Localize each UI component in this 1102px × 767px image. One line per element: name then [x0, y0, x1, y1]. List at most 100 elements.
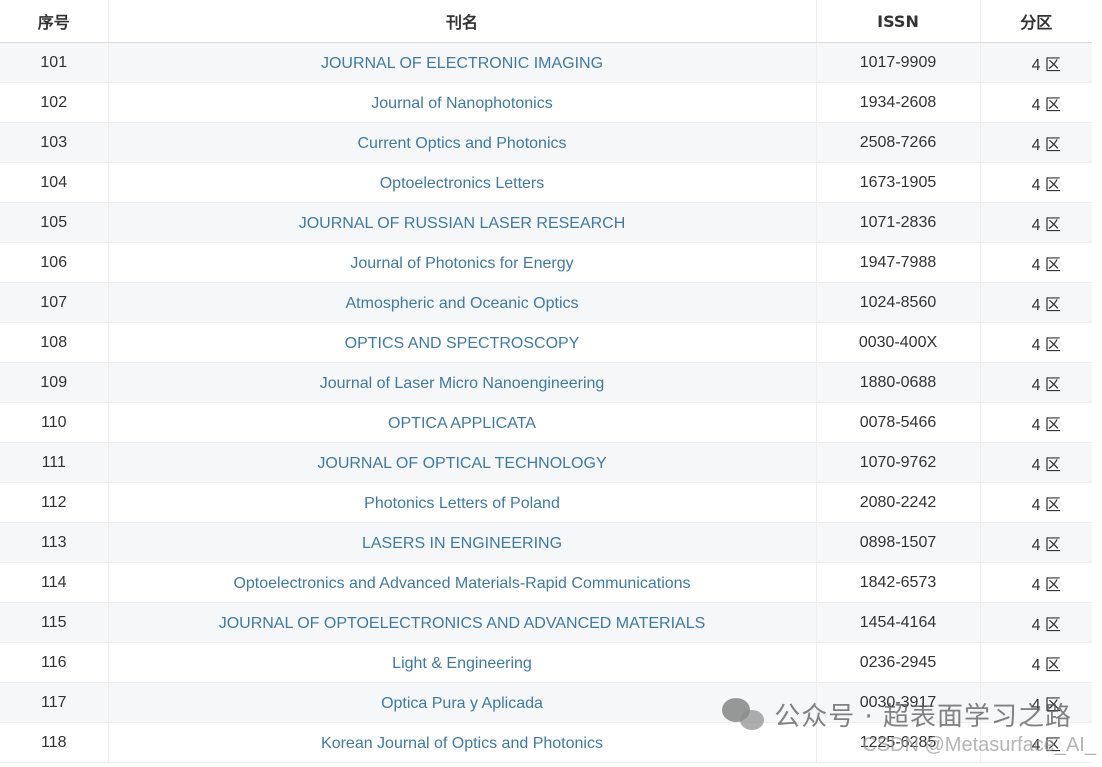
table-row: 109 Journal of Laser Micro Nanoengineerin… [0, 362, 1092, 403]
journal-name-cell: Optoelectronics and Advanced Materials-R… [108, 562, 817, 603]
journal-link[interactable]: Photonics Letters of Poland [364, 495, 560, 512]
issn-cell: 0898-1507 [816, 522, 981, 563]
journal-name-cell: JOURNAL OF RUSSIAN LASER RESEARCH [108, 202, 817, 243]
zone-cell: 4 区 [980, 642, 1092, 683]
row-index: 107 [0, 282, 109, 323]
table-row: 118 Korean Journal of Optics and Photonic… [0, 722, 1092, 763]
header-issn: ISSN [816, 0, 981, 43]
table-row: 104 Optoelectronics Letters 1673-1905 4 区 [0, 162, 1092, 203]
row-index: 113 [0, 522, 109, 563]
journal-link[interactable]: Atmospheric and Oceanic Optics [346, 295, 579, 312]
journal-link[interactable]: Optica Pura y Aplicada [381, 695, 543, 712]
table-row: 110 OPTICA APPLICATA 0078-5466 4 区 [0, 402, 1092, 443]
row-index: 104 [0, 162, 109, 203]
row-index: 108 [0, 322, 109, 363]
journal-link[interactable]: Optoelectronics and Advanced Materials-R… [233, 575, 690, 592]
row-index: 111 [0, 442, 109, 483]
journal-link[interactable]: Current Optics and Photonics [358, 135, 567, 152]
row-index: 110 [0, 402, 109, 443]
journal-link[interactable]: JOURNAL OF OPTICAL TECHNOLOGY [317, 455, 606, 472]
journal-name-cell: JOURNAL OF OPTICAL TECHNOLOGY [108, 442, 817, 483]
table-row: 108 OPTICS AND SPECTROSCOPY 0030-400X 4 区 [0, 322, 1092, 363]
row-index: 103 [0, 122, 109, 163]
table-row: 113 LASERS IN ENGINEERING 0898-1507 4 区 [0, 522, 1092, 563]
table-row: 101 JOURNAL OF ELECTRONIC IMAGING 1017-990… [0, 42, 1092, 83]
issn-cell: 1673-1905 [816, 162, 981, 203]
journal-name-cell: OPTICA APPLICATA [108, 402, 817, 443]
issn-cell: 1071-2836 [816, 202, 981, 243]
row-index: 105 [0, 202, 109, 243]
journal-link[interactable]: JOURNAL OF RUSSIAN LASER RESEARCH [299, 215, 626, 232]
zone-cell: 4 区 [980, 322, 1092, 363]
zone-cell: 4 区 [980, 722, 1092, 763]
zone-cell: 4 区 [980, 402, 1092, 443]
zone-cell: 4 区 [980, 602, 1092, 643]
row-index: 101 [0, 42, 109, 83]
journal-link[interactable]: OPTICA APPLICATA [388, 415, 536, 432]
row-index: 114 [0, 562, 109, 603]
journal-link[interactable]: OPTICS AND SPECTROSCOPY [345, 335, 580, 352]
zone-cell: 4 区 [980, 162, 1092, 203]
journal-name-cell: Optica Pura y Aplicada [108, 682, 817, 723]
table-row: 116 Light & Engineering 0236-2945 4 区 [0, 642, 1092, 683]
header-journal-name: 刊名 [108, 0, 817, 43]
journal-link[interactable]: Korean Journal of Optics and Photonics [321, 735, 603, 752]
table-header: 序号 刊名 ISSN 分区 [0, 0, 1092, 43]
table-row: 115 JOURNAL OF OPTOELECTRONICS AND ADVANC… [0, 602, 1092, 643]
journal-link[interactable]: JOURNAL OF ELECTRONIC IMAGING [321, 55, 603, 72]
journal-name-cell: Current Optics and Photonics [108, 122, 817, 163]
issn-cell: 0078-5466 [816, 402, 981, 443]
journal-table-container: 序号 刊名 ISSN 分区 101 JOURNAL OF ELECTRONIC I… [0, 0, 1092, 763]
issn-cell: 1880-0688 [816, 362, 981, 403]
zone-cell: 4 区 [980, 282, 1092, 323]
issn-cell: 1454-4164 [816, 602, 981, 643]
issn-cell: 2508-7266 [816, 122, 981, 163]
row-index: 106 [0, 242, 109, 283]
journal-link[interactable]: Journal of Nanophotonics [371, 95, 552, 112]
journal-name-cell: JOURNAL OF OPTOELECTRONICS AND ADVANCED … [108, 602, 817, 643]
journal-link[interactable]: Optoelectronics Letters [380, 175, 545, 192]
journal-link[interactable]: Journal of Laser Micro Nanoengineering [320, 375, 605, 392]
journal-name-cell: Light & Engineering [108, 642, 817, 683]
journal-name-cell: OPTICS AND SPECTROSCOPY [108, 322, 817, 363]
table-row: 103 Current Optics and Photonics 2508-7266… [0, 122, 1092, 163]
zone-cell: 4 区 [980, 682, 1092, 723]
journal-link[interactable]: Journal of Photonics for Energy [350, 255, 573, 272]
table-row: 107 Atmospheric and Oceanic Optics 1024-85… [0, 282, 1092, 323]
header-zone: 分区 [980, 0, 1092, 43]
issn-cell: 1070-9762 [816, 442, 981, 483]
table-row: 114 Optoelectronics and Advanced Material… [0, 562, 1092, 603]
issn-cell: 2080-2242 [816, 482, 981, 523]
zone-cell: 4 区 [980, 122, 1092, 163]
journal-name-cell: Journal of Laser Micro Nanoengineering [108, 362, 817, 403]
journal-link[interactable]: JOURNAL OF OPTOELECTRONICS AND ADVANCED … [219, 615, 706, 632]
table-row: 102 Journal of Nanophotonics 1934-2608 4 区 [0, 82, 1092, 123]
issn-cell: 1842-6573 [816, 562, 981, 603]
header-index: 序号 [0, 0, 109, 43]
row-index: 115 [0, 602, 109, 643]
journal-name-cell: Optoelectronics Letters [108, 162, 817, 203]
zone-cell: 4 区 [980, 242, 1092, 283]
table-row: 112 Photonics Letters of Poland 2080-2242 4… [0, 482, 1092, 523]
journal-link[interactable]: LASERS IN ENGINEERING [362, 535, 562, 552]
table-row: 105 JOURNAL OF RUSSIAN LASER RESEARCH 1071… [0, 202, 1092, 243]
zone-cell: 4 区 [980, 482, 1092, 523]
table-row: 111 JOURNAL OF OPTICAL TECHNOLOGY 1070-976… [0, 442, 1092, 483]
issn-cell: 1024-8560 [816, 282, 981, 323]
journal-name-cell: Korean Journal of Optics and Photonics [108, 722, 817, 763]
journal-name-cell: LASERS IN ENGINEERING [108, 522, 817, 563]
zone-cell: 4 区 [980, 362, 1092, 403]
journal-table: 序号 刊名 ISSN 分区 101 JOURNAL OF ELECTRONIC I… [0, 0, 1092, 763]
table-body: 101 JOURNAL OF ELECTRONIC IMAGING 1017-990… [0, 42, 1092, 763]
row-index: 102 [0, 82, 109, 123]
journal-link[interactable]: Light & Engineering [392, 655, 532, 672]
journal-name-cell: Journal of Photonics for Energy [108, 242, 817, 283]
zone-cell: 4 区 [980, 562, 1092, 603]
row-index: 116 [0, 642, 109, 683]
zone-cell: 4 区 [980, 82, 1092, 123]
issn-cell: 0030-400X [816, 322, 981, 363]
issn-cell: 1947-7988 [816, 242, 981, 283]
table-row: 117 Optica Pura y Aplicada 0030-3917 4 区 [0, 682, 1092, 723]
issn-cell: 1017-9909 [816, 42, 981, 83]
row-index: 112 [0, 482, 109, 523]
